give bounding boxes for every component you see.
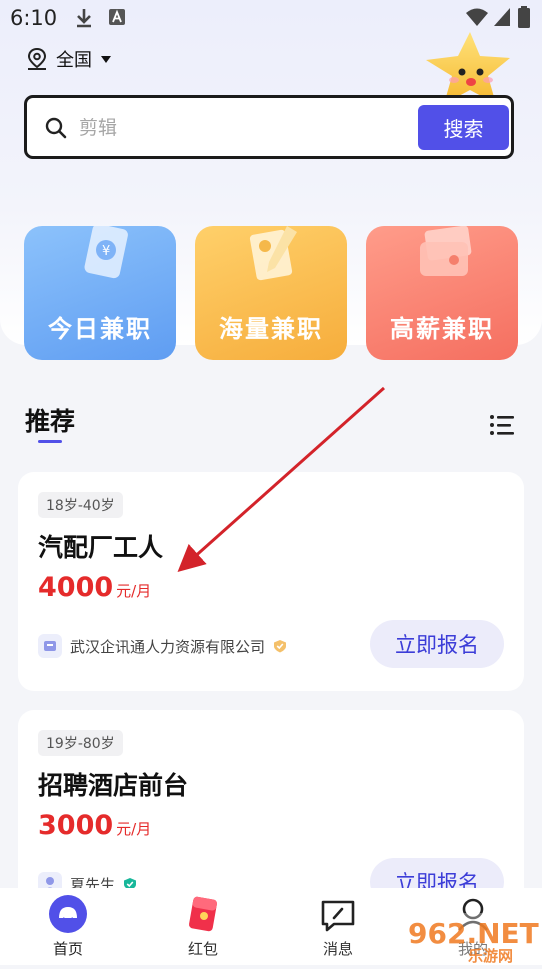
job-title: 招聘酒店前台: [38, 771, 189, 800]
section-title: 推荐: [25, 407, 76, 436]
signal-icon: [494, 8, 510, 26]
company-info: 武汉企讯通人力资源有限公司: [38, 634, 287, 658]
company-name: 武汉企讯通人力资源有限公司: [70, 637, 266, 656]
wallet-cash-icon: [420, 226, 472, 276]
age-range-tag: 19岁-80岁: [38, 730, 123, 756]
nav-label: 首页: [52, 940, 83, 958]
category-massive-parttime[interactable]: 海量兼职: [195, 226, 347, 360]
watermark-text: 962.NET: [408, 917, 539, 950]
category-label: 海量兼职: [219, 315, 323, 343]
caret-down-icon: [101, 56, 111, 63]
apply-button[interactable]: 立即报名: [370, 620, 504, 668]
location-label: 全国: [56, 50, 92, 71]
salary-unit: 元/月: [116, 820, 152, 838]
company-building-icon: [38, 634, 62, 658]
search-icon: [45, 117, 67, 139]
red-envelope-icon: [189, 896, 217, 932]
salary-unit: 元/月: [116, 582, 152, 600]
category-label: 今日兼职: [48, 315, 152, 343]
svg-text:¥: ¥: [102, 244, 110, 259]
section-underline: [38, 440, 62, 443]
phone-money-icon: ¥: [84, 226, 128, 279]
verified-badge-icon: [274, 640, 287, 653]
nav-label: 红包: [187, 940, 218, 958]
salary-value: 4000: [38, 572, 114, 603]
category-today-parttime[interactable]: ¥ 今日兼职: [24, 226, 176, 360]
wifi-icon: [466, 8, 488, 26]
status-time: 6:10: [10, 6, 58, 30]
age-range-tag: 18岁-40岁: [38, 492, 123, 518]
salary: 4000 元/月: [38, 572, 151, 603]
nav-item-home[interactable]: 首页: [23, 888, 113, 965]
home-icon: [49, 895, 87, 933]
search-button[interactable]: 搜索: [418, 105, 509, 150]
list-filter-icon[interactable]: [489, 414, 515, 436]
location-selector[interactable]: 全国: [26, 45, 112, 73]
location-pin-icon: [27, 47, 47, 70]
category-high-salary-parttime[interactable]: 高薪兼职: [366, 226, 518, 360]
nav-item-red-envelope[interactable]: 红包: [158, 888, 248, 965]
app-notification-icon: [109, 9, 125, 25]
notepad-pen-icon: [249, 226, 297, 281]
job-card[interactable]: 18岁-40岁 汽配厂工人 4000 元/月 武汉企讯通人力资源有限公司 立即报…: [18, 472, 524, 691]
watermark-image: 962.NET 乐游网: [404, 913, 540, 965]
download-icon: [77, 9, 91, 28]
watermark-logo: 962.NET 乐游网: [404, 913, 540, 965]
salary: 3000 元/月: [38, 810, 151, 841]
salary-value: 3000: [38, 810, 114, 841]
search-bar: 搜索: [24, 95, 514, 159]
job-card[interactable]: 19岁-80岁 招聘酒店前台 3000 元/月 夏先生 立即报名: [18, 710, 524, 910]
watermark-subtext: 乐游网: [468, 947, 513, 965]
nav-label: 消息: [322, 940, 353, 958]
message-icon: [321, 900, 355, 932]
nav-item-messages[interactable]: 消息: [293, 888, 383, 965]
job-title: 汽配厂工人: [38, 533, 164, 562]
battery-icon: [518, 6, 530, 28]
category-label: 高薪兼职: [390, 315, 494, 343]
search-input[interactable]: [77, 107, 421, 149]
